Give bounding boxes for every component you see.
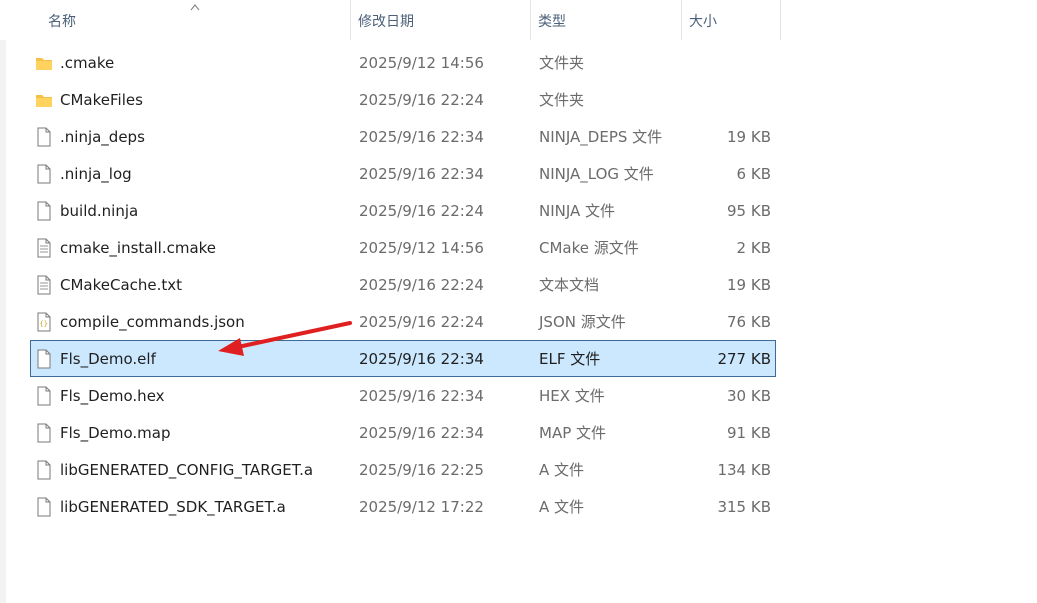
file-icon — [35, 386, 53, 406]
file-row[interactable]: .ninja_deps 2025/9/16 22:34 NINJA_DEPS 文件 1… — [30, 118, 776, 155]
file-size: 277 KB — [717, 350, 771, 368]
file-name: Fls_Demo.map — [60, 424, 171, 442]
file-type: HEX 文件 — [539, 387, 605, 405]
file-row[interactable]: CMakeCache.txt 2025/9/16 22:24 文本文档 19 KB — [30, 266, 776, 303]
file-row[interactable]: CMakeFiles 2025/9/16 22:24 文件夹 — [30, 81, 776, 118]
file-modified-date: 2025/9/12 14:56 — [359, 54, 484, 72]
file-type: MAP 文件 — [539, 424, 607, 442]
file-row[interactable]: cmake_install.cmake 2025/9/12 14:56 CMake … — [30, 229, 776, 266]
column-header-date-label: 修改日期 — [358, 14, 414, 30]
file-row[interactable]: Fls_Demo.hex 2025/9/16 22:34 HEX 文件 30 KB — [30, 377, 776, 414]
file-modified-date: 2025/9/12 17:22 — [359, 498, 484, 516]
file-modified-date: 2025/9/16 22:25 — [359, 461, 484, 479]
file-modified-date: 2025/9/16 22:24 — [359, 91, 484, 109]
column-header-type-label: 类型 — [538, 14, 566, 30]
file-icon — [35, 349, 53, 369]
file-row[interactable]: build.ninja 2025/9/16 22:24 NINJA 文件 95 KB — [30, 192, 776, 229]
file-type: 文件夹 — [539, 91, 585, 109]
file-name: Fls_Demo.elf — [60, 350, 156, 368]
file-name: .ninja_deps — [60, 128, 145, 146]
folder-icon — [35, 53, 53, 73]
column-header-type[interactable]: 类型 — [531, 0, 682, 40]
file-type: A 文件 — [539, 498, 585, 516]
file-row[interactable]: libGENERATED_CONFIG_TARGET.a 2025/9/16 22… — [30, 451, 776, 488]
file-modified-date: 2025/9/16 22:34 — [359, 165, 484, 183]
json-file-icon: {} — [35, 312, 53, 332]
file-size: 95 KB — [727, 202, 771, 220]
file-type: CMake 源文件 — [539, 239, 639, 257]
file-modified-date: 2025/9/16 22:24 — [359, 276, 484, 294]
svg-text:{}: {} — [40, 320, 48, 328]
file-modified-date: 2025/9/16 22:24 — [359, 202, 484, 220]
file-row[interactable]: .cmake 2025/9/12 14:56 文件夹 — [30, 44, 776, 81]
file-row[interactable]: {} compile_commands.json 2025/9/16 22:24 JS… — [30, 303, 776, 340]
file-name: libGENERATED_SDK_TARGET.a — [60, 498, 286, 516]
file-name: compile_commands.json — [60, 313, 245, 331]
file-type: NINJA_DEPS 文件 — [539, 128, 663, 146]
file-modified-date: 2025/9/16 22:24 — [359, 313, 484, 331]
file-size: 315 KB — [717, 498, 771, 516]
file-size: 30 KB — [727, 387, 771, 405]
file-type: ELF 文件 — [539, 350, 601, 368]
file-name: .ninja_log — [60, 165, 132, 183]
file-row[interactable]: libGENERATED_SDK_TARGET.a 2025/9/12 17:22… — [30, 488, 776, 525]
file-list: .cmake 2025/9/12 14:56 文件夹 CMakeFiles 2025/9… — [30, 44, 776, 525]
folder-icon — [35, 90, 53, 110]
file-size: 19 KB — [727, 128, 771, 146]
text-file-icon — [35, 275, 53, 295]
file-size: 19 KB — [727, 276, 771, 294]
file-row[interactable]: .ninja_log 2025/9/16 22:34 NINJA_LOG 文件 6 K… — [30, 155, 776, 192]
file-name: build.ninja — [60, 202, 139, 220]
file-size: 2 KB — [736, 239, 771, 257]
text-file-icon — [35, 238, 53, 258]
file-name: libGENERATED_CONFIG_TARGET.a — [60, 461, 314, 479]
file-icon — [35, 201, 53, 221]
column-header-name[interactable]: 名称 — [30, 0, 351, 40]
file-name: CMakeFiles — [60, 91, 143, 109]
column-header-date[interactable]: 修改日期 — [351, 0, 531, 40]
file-modified-date: 2025/9/16 22:34 — [359, 424, 484, 442]
file-modified-date: 2025/9/16 22:34 — [359, 350, 484, 368]
file-row[interactable]: Fls_Demo.map 2025/9/16 22:34 MAP 文件 91 KB — [30, 414, 776, 451]
file-type: 文本文档 — [539, 276, 600, 294]
file-type: JSON 源文件 — [539, 313, 626, 331]
column-header-size[interactable]: 大小 — [682, 0, 781, 40]
navigation-pane-edge — [0, 0, 6, 603]
file-icon — [35, 460, 53, 480]
file-row[interactable]: Fls_Demo.elf 2025/9/16 22:34 ELF 文件 277 KB — [30, 340, 776, 377]
file-type: A 文件 — [539, 461, 585, 479]
file-modified-date: 2025/9/16 22:34 — [359, 387, 484, 405]
column-header-bar: 名称 修改日期 类型 大小 — [0, 0, 1037, 40]
file-size: 6 KB — [736, 165, 771, 183]
file-size: 134 KB — [717, 461, 771, 479]
file-icon — [35, 423, 53, 443]
file-type: 文件夹 — [539, 54, 585, 72]
file-modified-date: 2025/9/16 22:34 — [359, 128, 484, 146]
file-icon — [35, 497, 53, 517]
file-name: CMakeCache.txt — [60, 276, 183, 294]
file-name: cmake_install.cmake — [60, 239, 217, 257]
column-header-name-label: 名称 — [48, 14, 76, 30]
file-icon — [35, 164, 53, 184]
file-type: NINJA 文件 — [539, 202, 616, 220]
column-header-size-label: 大小 — [689, 14, 717, 30]
file-type: NINJA_LOG 文件 — [539, 165, 654, 183]
file-icon — [35, 127, 53, 147]
file-size: 76 KB — [727, 313, 771, 331]
file-name: .cmake — [60, 54, 115, 72]
file-modified-date: 2025/9/12 14:56 — [359, 239, 484, 257]
file-size: 91 KB — [727, 424, 771, 442]
file-name: Fls_Demo.hex — [60, 387, 165, 405]
